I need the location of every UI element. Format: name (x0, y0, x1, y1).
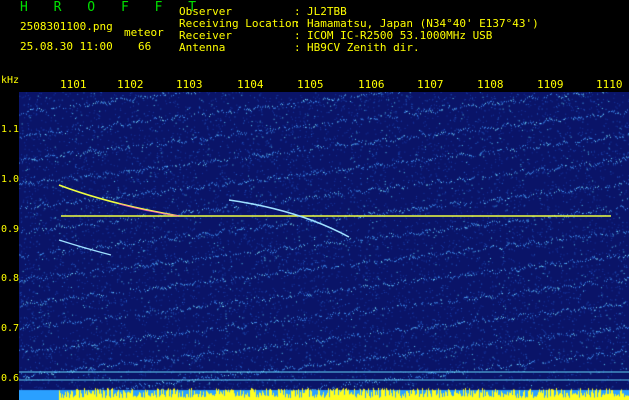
x-tick-label: 1108 (477, 78, 504, 91)
x-tick-label: 1106 (358, 78, 385, 91)
y-tick-label: 0.7 (1, 323, 20, 334)
x-tick-label: 1102 (117, 78, 144, 91)
x-tick-label: 1109 (537, 78, 564, 91)
meteor-count: 66 (138, 40, 152, 53)
y-tick-label: 1.0 (1, 174, 20, 185)
y-tick-label: 1.1 (1, 124, 20, 135)
x-tick-label: 1107 (417, 78, 444, 91)
separator: : (294, 41, 301, 54)
y-axis-unit: kHz (1, 75, 20, 86)
meteor-trail (228, 199, 350, 238)
mode-label: meteor (124, 26, 164, 39)
spectrogram (19, 92, 629, 400)
y-tick-label: 0.9 (1, 224, 20, 235)
timestamp: 25.08.30 11:00 (20, 40, 113, 53)
antenna-label: Antenna (179, 41, 226, 54)
meteor-trail (58, 239, 112, 256)
x-tick-label: 1103 (176, 78, 203, 91)
x-tick-label: 1101 (60, 78, 87, 91)
spectrogram-overlay (19, 184, 629, 381)
x-tick-label: 1105 (297, 78, 324, 91)
x-tick-label: 1110 (596, 78, 623, 91)
antenna-value: HB9CV Zenith dir. (307, 41, 420, 54)
y-tick-label: 0.6 (1, 373, 20, 384)
app-brand: H R O F F T (20, 0, 206, 15)
file-name: 2508301100.png (20, 20, 113, 33)
header-panel: H R O F F T 2508301100.png meteor 25.08.… (0, 0, 629, 72)
y-tick-label: 0.8 (1, 273, 20, 284)
x-tick-label: 1104 (237, 78, 264, 91)
meteor-trail (58, 184, 180, 217)
